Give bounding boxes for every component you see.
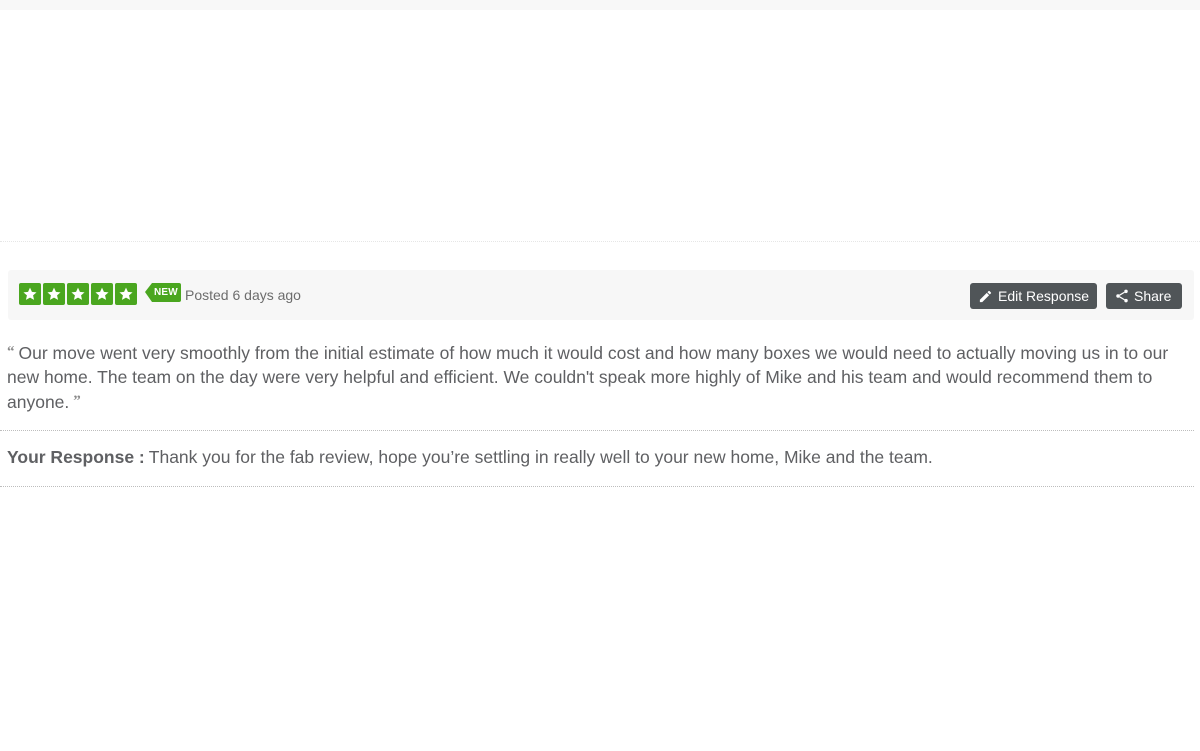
review-text: Our move went very smoothly from the ini… [7, 343, 1169, 412]
pencil-icon [977, 288, 994, 305]
new-badge-label: NEW [152, 283, 181, 302]
open-quote-icon: “ [7, 344, 15, 360]
review-header-bar: NEW Posted 6 days ago Edit Response Shar… [8, 270, 1194, 320]
star-icon [19, 283, 41, 305]
response-text: Thank you for the fab review, hope you’r… [148, 447, 933, 467]
share-label: Share [1134, 288, 1172, 304]
page: NEW Posted 6 days ago Edit Response Shar… [0, 0, 1200, 751]
posted-date: Posted 6 days ago [185, 287, 301, 303]
star-icon [91, 283, 113, 305]
review-body: “Our move went very smoothly from the in… [7, 340, 1192, 414]
top-area-divider [0, 241, 1200, 242]
share-button[interactable]: Share [1106, 283, 1182, 309]
response-label: Your Response : [7, 447, 145, 467]
edit-response-button[interactable]: Edit Response [970, 283, 1097, 309]
divider [0, 430, 1194, 431]
star-icon [67, 283, 89, 305]
close-quote-icon: ” [73, 393, 81, 409]
divider [0, 486, 1194, 487]
share-icon [1113, 288, 1130, 305]
star-icon [115, 283, 137, 305]
star-rating [19, 283, 137, 305]
new-badge-tip [145, 283, 152, 302]
top-strip [0, 0, 1200, 10]
edit-response-label: Edit Response [998, 288, 1090, 304]
new-badge: NEW [145, 283, 181, 302]
star-icon [43, 283, 65, 305]
owner-response: Your Response : Thank you for the fab rev… [7, 445, 933, 469]
